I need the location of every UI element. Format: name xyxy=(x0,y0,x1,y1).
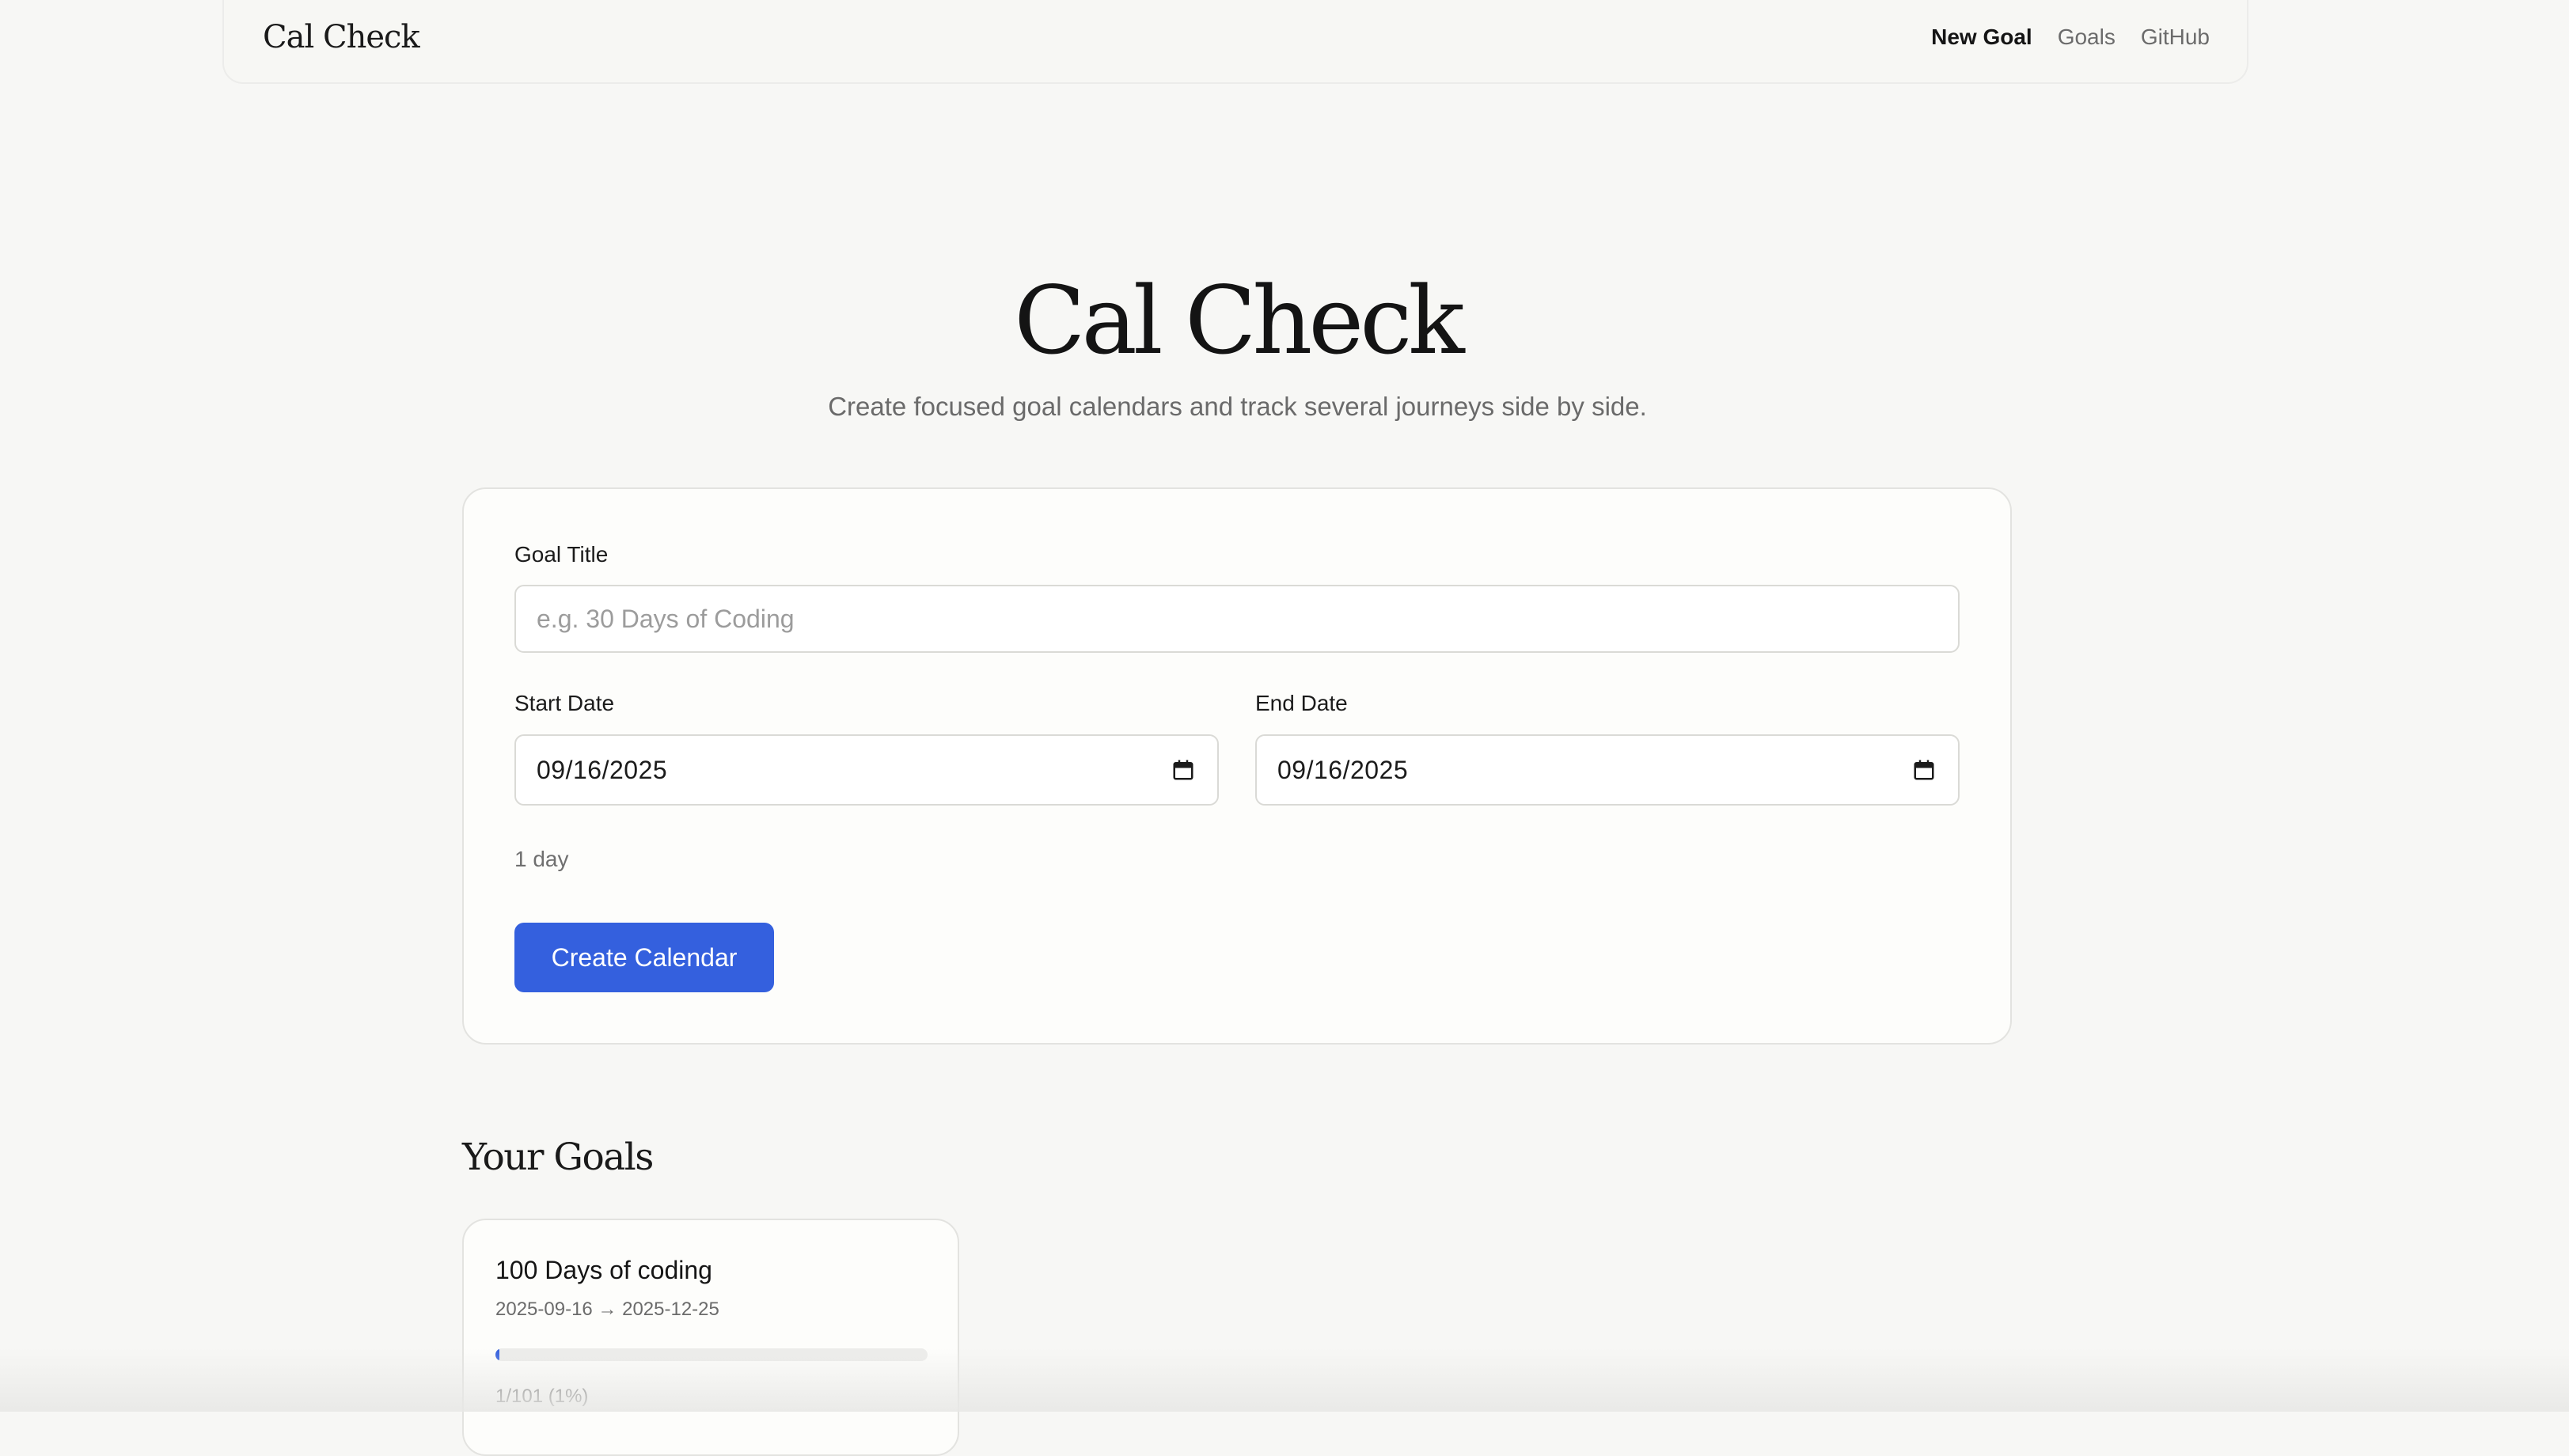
page-title: Cal Check xyxy=(1014,266,1465,375)
bottom-fade xyxy=(0,1348,2569,1412)
brand-logo[interactable]: Cal Check xyxy=(263,0,420,74)
end-date-input[interactable]: 09/16/2025 xyxy=(1255,734,1960,806)
nav-links: New Goal Goals GitHub xyxy=(1906,0,2210,74)
start-date-value: 09/16/2025 xyxy=(537,756,668,784)
goal-title-label: Goal Title xyxy=(514,542,609,567)
start-date-label: Start Date xyxy=(514,691,615,715)
goal-card-date-range: 2025-09-16 → 2025-12-25 xyxy=(495,1299,719,1320)
nav-new-goal[interactable]: New Goal xyxy=(1931,25,2032,50)
duration-text: 1 day xyxy=(514,847,569,871)
create-calendar-button[interactable]: Create Calendar xyxy=(514,923,774,992)
goal-card[interactable]: 100 Days of coding 2025-09-16 → 2025-12-… xyxy=(462,1219,959,1456)
nav-goals[interactable]: Goals xyxy=(2058,25,2116,50)
page-subtitle: Create focused goal calendars and track … xyxy=(828,392,1647,421)
goal-card-title: 100 Days of coding xyxy=(495,1256,712,1284)
nav-github[interactable]: GitHub xyxy=(2141,25,2210,50)
goal-progress-fill xyxy=(495,1348,500,1361)
top-navbar: Cal Check New Goal Goals GitHub xyxy=(222,0,2248,84)
calendar-icon[interactable] xyxy=(1912,758,1936,782)
end-date-label: End Date xyxy=(1255,691,1348,715)
new-goal-form: Goal Title Start Date 09/16/2025 End Dat… xyxy=(462,487,2012,1045)
end-date-value: 09/16/2025 xyxy=(1277,756,1409,784)
start-date-input[interactable]: 09/16/2025 xyxy=(514,734,1219,806)
goal-progress-text: 1/101 (1%) xyxy=(495,1386,589,1407)
goal-title-input[interactable] xyxy=(514,585,1960,653)
your-goals-heading: Your Goals xyxy=(462,1136,654,1179)
goal-progress-bar xyxy=(495,1348,928,1361)
calendar-icon[interactable] xyxy=(1171,758,1195,782)
